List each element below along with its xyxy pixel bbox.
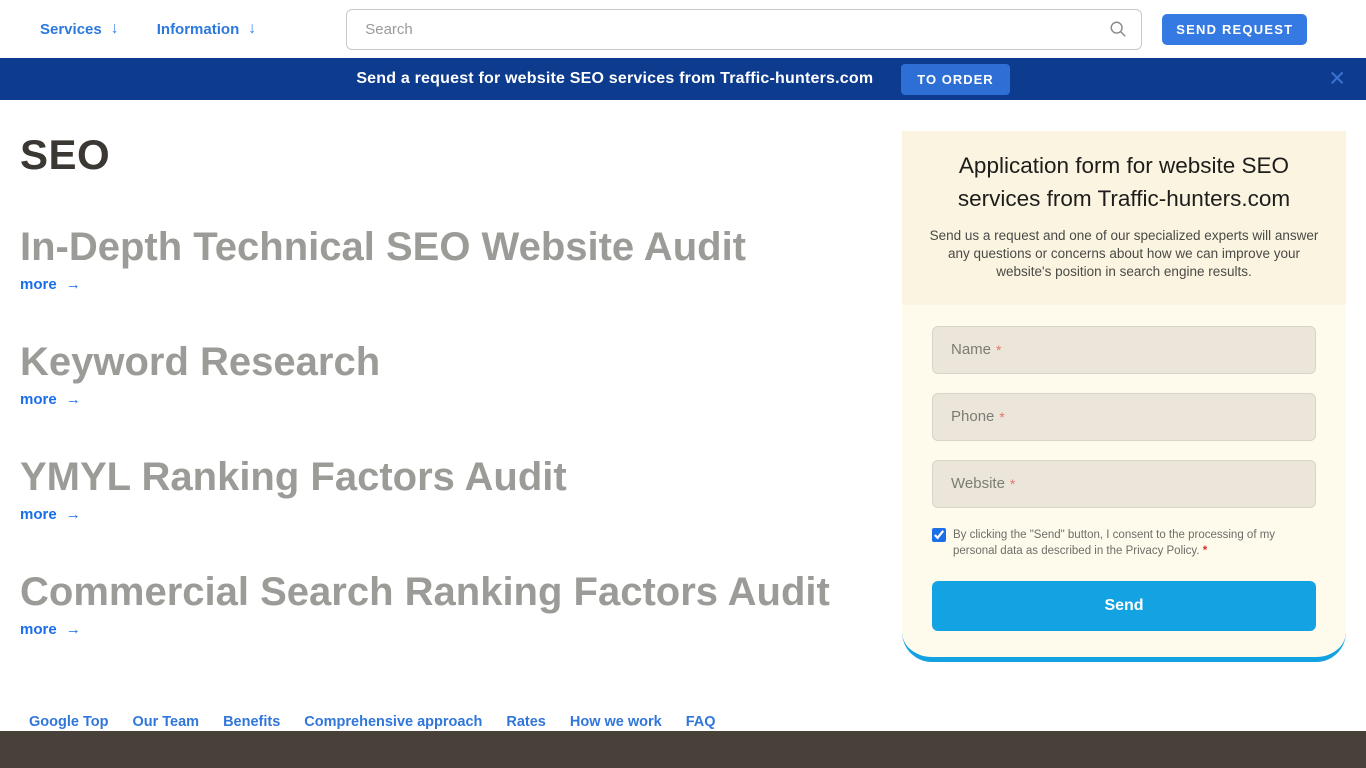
bottom-link-rates[interactable]: Rates xyxy=(506,714,546,730)
form-title: Application form for website SEO service… xyxy=(928,150,1320,215)
more-link[interactable]: more → xyxy=(20,506,81,523)
phone-input[interactable]: Phone * xyxy=(932,393,1316,441)
more-link-label: more xyxy=(20,621,57,638)
nav-item-services[interactable]: Services ↓ xyxy=(40,20,119,38)
phone-field-label: Phone xyxy=(951,408,994,425)
search-input[interactable] xyxy=(365,21,1109,38)
send-button[interactable]: Send xyxy=(932,581,1316,631)
footer-bar xyxy=(0,731,1366,768)
bottom-link-google-top[interactable]: Google Top xyxy=(29,714,108,730)
nav-item-services-label: Services xyxy=(40,21,102,38)
name-input[interactable]: Name * xyxy=(932,326,1316,374)
name-field-label: Name xyxy=(951,341,991,358)
top-bar: Services ↓ Information ↓ SEND REQUEST xyxy=(0,0,1366,58)
promo-banner-text: Send a request for website SEO services … xyxy=(356,70,873,88)
services-list: SEO In-Depth Technical SEO Website Audit… xyxy=(20,100,902,639)
search-icon xyxy=(1109,20,1127,38)
nav-item-information-label: Information xyxy=(157,21,240,38)
close-icon[interactable]: ✕ xyxy=(1328,69,1346,90)
more-link-label: more xyxy=(20,276,57,293)
service-section-commercial-audit: Commercial Search Ranking Factors Audit … xyxy=(20,570,902,639)
service-title: Keyword Research xyxy=(20,340,902,384)
application-form-header: Application form for website SEO service… xyxy=(902,131,1346,305)
service-title: YMYL Ranking Factors Audit xyxy=(20,455,902,499)
consent-checkbox[interactable] xyxy=(932,528,946,542)
arrow-right-icon: → xyxy=(66,506,81,523)
search-box[interactable] xyxy=(346,9,1142,50)
bottom-nav: Google Top Our Team Benefits Comprehensi… xyxy=(0,714,1366,730)
promo-banner: Send a request for website SEO services … xyxy=(0,58,1366,100)
arrow-right-icon: → xyxy=(66,621,81,638)
website-field-label: Website xyxy=(951,475,1005,492)
more-link[interactable]: more → xyxy=(20,276,81,293)
main-content: SEO In-Depth Technical SEO Website Audit… xyxy=(0,100,1366,662)
bottom-link-how-we-work[interactable]: How we work xyxy=(570,714,662,730)
page: Services ↓ Information ↓ SEND REQUEST Se… xyxy=(0,0,1366,768)
required-asterisk: * xyxy=(999,409,1004,425)
bottom-link-faq[interactable]: FAQ xyxy=(686,714,716,730)
to-order-button[interactable]: TO ORDER xyxy=(901,64,1009,95)
consent-text-body: By clicking the "Send" button, I consent… xyxy=(953,529,1275,558)
chevron-down-icon: ↓ xyxy=(248,20,256,38)
service-title: In-Depth Technical SEO Website Audit xyxy=(20,225,902,269)
send-request-button[interactable]: SEND REQUEST xyxy=(1162,14,1307,45)
more-link[interactable]: more → xyxy=(20,391,81,408)
required-asterisk: * xyxy=(996,342,1001,358)
application-form-body: Name * Phone * Website * By clicking the… xyxy=(902,305,1346,662)
bottom-link-comprehensive-approach[interactable]: Comprehensive approach xyxy=(304,714,482,730)
consent-row: By clicking the "Send" button, I consent… xyxy=(932,527,1316,560)
nav-item-information[interactable]: Information ↓ xyxy=(157,20,257,38)
service-section-technical-audit: In-Depth Technical SEO Website Audit mor… xyxy=(20,225,902,294)
required-asterisk: * xyxy=(1203,545,1207,557)
more-link[interactable]: more → xyxy=(20,621,81,638)
bottom-link-our-team[interactable]: Our Team xyxy=(132,714,199,730)
required-asterisk: * xyxy=(1010,476,1015,492)
arrow-right-icon: → xyxy=(66,276,81,293)
service-section-ymyl-audit: YMYL Ranking Factors Audit more → xyxy=(20,455,902,524)
consent-text: By clicking the "Send" button, I consent… xyxy=(953,527,1316,560)
service-section-keyword-research: Keyword Research more → xyxy=(20,340,902,409)
application-form: Application form for website SEO service… xyxy=(902,131,1346,662)
more-link-label: more xyxy=(20,391,57,408)
service-title: Commercial Search Ranking Factors Audit xyxy=(20,570,902,614)
chevron-down-icon: ↓ xyxy=(111,20,119,38)
more-link-label: more xyxy=(20,506,57,523)
website-input[interactable]: Website * xyxy=(932,460,1316,508)
arrow-right-icon: → xyxy=(66,391,81,408)
form-subtitle: Send us a request and one of our special… xyxy=(928,227,1320,280)
bottom-link-benefits[interactable]: Benefits xyxy=(223,714,280,730)
page-title: SEO xyxy=(20,131,902,179)
